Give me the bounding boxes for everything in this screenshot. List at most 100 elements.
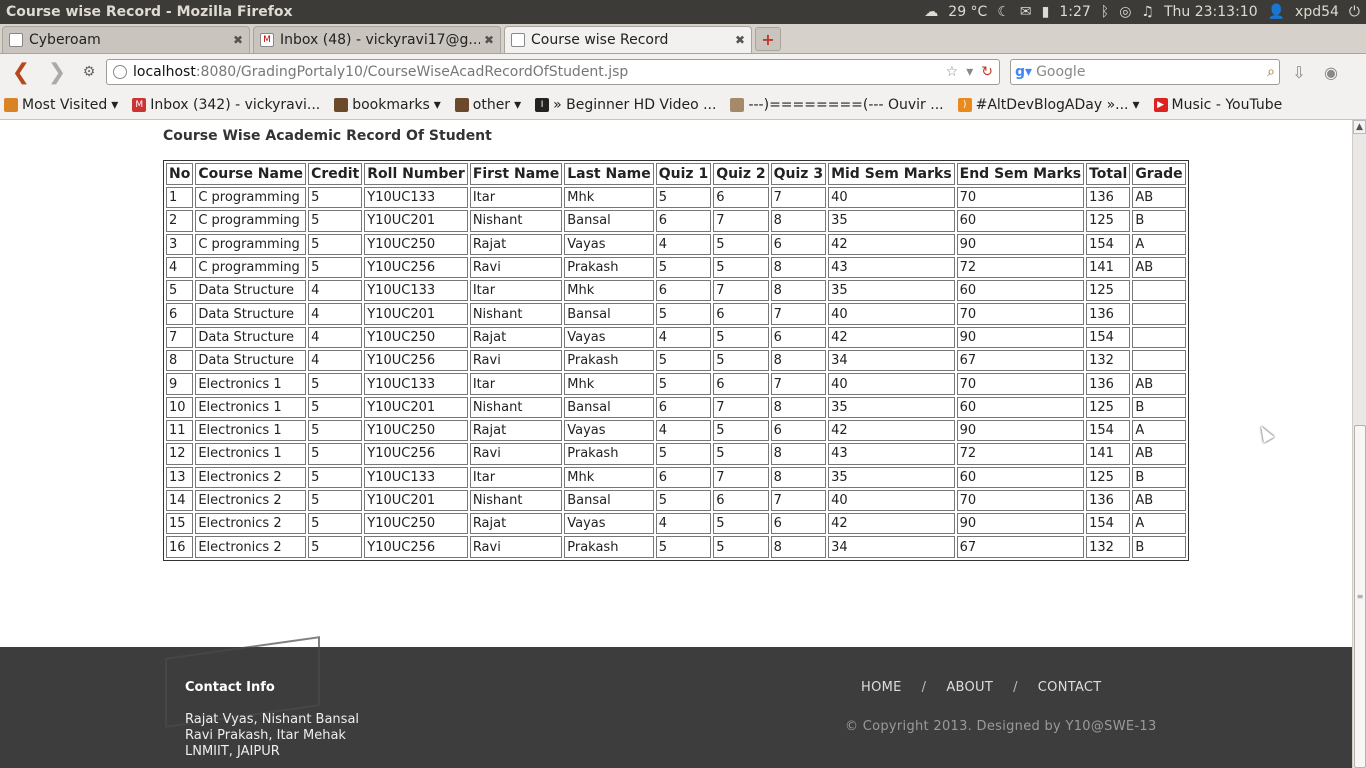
table-cell: 6 [713,187,769,209]
bookmark-other-folder[interactable]: other ▾ [454,97,521,113]
table-cell: Bansal [564,303,654,325]
footer-separator: / [921,680,927,695]
table-cell: Nishant [469,210,563,232]
contact-line: LNMIIT, JAIPUR [185,744,280,759]
table-cell: 8 [770,350,827,372]
table-cell: 4 [655,233,712,255]
table-cell: 40 [828,373,955,395]
table-cell: 6 [655,280,712,302]
bookmark-inbox[interactable]: M Inbox (342) - vickyravi... [132,97,320,113]
download-icon[interactable]: ⇩ [1286,59,1312,85]
tab-inbox[interactable]: M Inbox (48) - vickyravi17@g... ✖ [253,26,501,53]
tab-label: Cyberoam [29,32,101,48]
table-cell: 60 [956,466,1085,488]
column-header: Course Name [195,163,307,185]
tab-course-record[interactable]: Course wise Record ✖ [504,26,752,53]
footer-about-link[interactable]: ABOUT [946,680,993,695]
bookmark-most-visited[interactable]: Most Visited ▾ [4,97,118,113]
table-cell: 42 [828,513,955,535]
close-tab-icon[interactable]: ✖ [735,33,745,47]
temperature[interactable]: 29 °C [948,4,987,20]
battery-icon[interactable]: ▮ [1042,4,1050,20]
history-dropdown-icon[interactable]: ▾ [966,64,973,80]
search-input[interactable]: Google [1036,64,1085,80]
table-cell: Nishant [469,303,563,325]
weather-icon[interactable]: ☁ [924,4,938,20]
table-cell: 5 [308,233,363,255]
bookmark-altdevblog[interactable]: ) #AltDevBlogADay »... ▾ [957,97,1140,113]
tab-cyberoam[interactable]: Cyberoam ✖ [2,26,250,53]
table-cell: 132 [1086,536,1131,558]
clock[interactable]: Thu 23:13:10 [1164,4,1258,20]
bookmark-label: Inbox (342) - vickyravi... [150,96,321,113]
network-icon[interactable]: ◎ [1119,4,1131,20]
table-cell: 5 [308,419,363,442]
table-cell: 141 [1086,256,1131,279]
vertical-scrollbar[interactable]: ▲ ≡ [1352,120,1366,768]
table-cell: 4 [308,350,363,372]
user-icon[interactable]: 👤 [1268,4,1285,20]
search-icon[interactable]: ⌕ [1267,64,1275,80]
table-cell: 90 [956,419,1085,442]
copyright: © Copyright 2013. Designed by Y10@SWE-13 [845,719,1157,734]
back-button[interactable]: ❮ [6,59,36,85]
bookmark-bookmarks-folder[interactable]: bookmarks ▾ [334,97,441,113]
footer-home-link[interactable]: HOME [861,680,902,695]
bookmark-ouvir[interactable]: ---)========(--- Ouvir ... [730,96,944,113]
bookmark-label: ---)========(--- Ouvir ... [748,96,944,113]
table-cell: 5 [308,489,363,512]
table-cell: 70 [956,489,1085,512]
scrollbar-thumb[interactable]: ≡ [1354,425,1366,768]
close-tab-icon[interactable]: ✖ [233,33,243,47]
forward-button[interactable]: ❯ [42,59,72,85]
bookmark-beginner-hd[interactable]: I » Beginner HD Video ... [535,97,716,113]
table-cell: Rajat [469,513,563,535]
column-header: Quiz 2 [713,163,769,185]
table-cell: Bansal [564,396,654,418]
table-cell: Ravi [469,536,563,558]
bookmark-youtube[interactable]: ▶ Music - YouTube [1153,97,1282,113]
table-row: 2C programming 5 Y10UC201 Nishant Bansal 6 7 8 3… [166,210,1186,232]
moon-icon[interactable]: ☾ [997,4,1010,20]
url-bar[interactable]: localhost :8080/GradingPortaly10/CourseW… [106,59,1000,85]
addon-icon[interactable]: ◉ [1318,59,1344,85]
footer-contact-link[interactable]: CONTACT [1038,680,1102,695]
table-cell: Prakash [564,350,654,372]
table-cell: Mhk [564,280,654,302]
table-cell: 5 [308,187,363,209]
power-icon[interactable]: ⏻ [1349,4,1360,20]
table-cell [1132,350,1186,372]
table-cell: C programming [195,210,307,232]
table-row: 3C programming 5 Y10UC250 Rajat Vayas 4 5 6 42 90… [166,233,1186,255]
table-cell: 6 [166,303,194,325]
table-cell: 34 [828,536,955,558]
chevron-down-icon: ▾ [111,96,119,113]
volume-icon[interactable]: ♫ [1141,4,1154,20]
table-cell: Y10UC133 [364,280,468,302]
username[interactable]: xpd54 [1295,4,1339,20]
mail-icon[interactable]: ✉ [1020,4,1032,20]
reload-icon[interactable]: ↻ [981,64,993,80]
table-cell: 6 [713,373,769,395]
table-cell: AB [1132,373,1186,395]
search-box[interactable]: g▾ Google ⌕ [1010,59,1280,85]
table-cell: Itar [469,187,563,209]
table-cell: 35 [828,280,955,302]
scroll-up-icon[interactable]: ▲ [1353,120,1366,134]
contact-line: Rajat Vyas, Nishant Bansal [185,712,360,727]
google-icon[interactable]: g▾ [1015,64,1032,80]
page-icon [511,33,525,47]
table-cell: 7 [770,489,827,512]
table-cell: Data Structure [195,303,307,325]
table-cell: Electronics 1 [195,443,307,465]
close-tab-icon[interactable]: ✖ [484,33,494,47]
bookmark-star-icon[interactable]: ☆ [946,64,959,80]
table-cell: 6 [713,303,769,325]
battery-time[interactable]: 1:27 [1059,4,1090,20]
tools-icon[interactable]: ⚙ [78,59,100,85]
table-cell: 5 [655,443,712,465]
bluetooth-icon[interactable]: ᛒ [1101,4,1109,20]
table-cell: 5 [308,210,363,232]
table-cell: Vayas [564,419,654,442]
new-tab-button[interactable]: + [755,27,781,51]
